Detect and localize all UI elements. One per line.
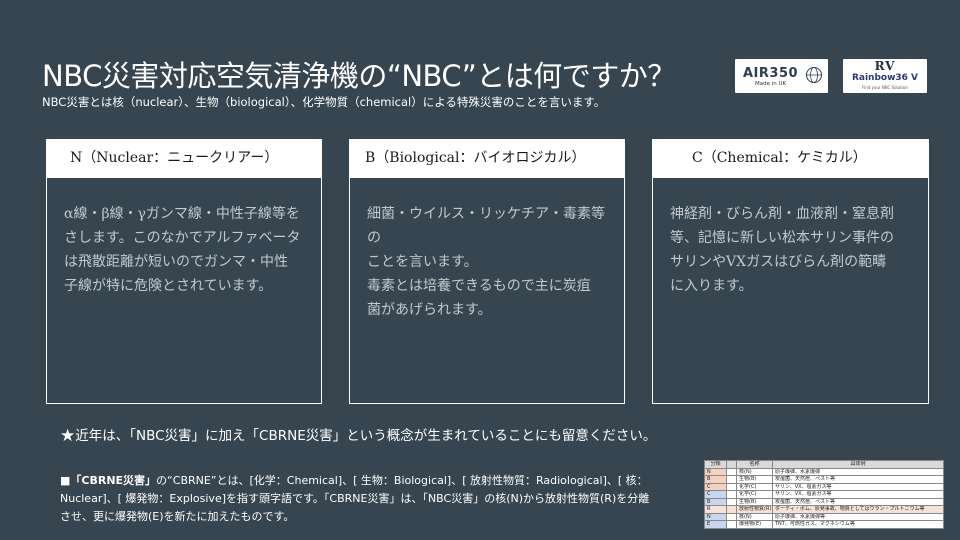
card-line: 菌があげられます。	[367, 302, 492, 318]
card-biological-body: 細菌・ウイルス・リッケチア・毒素等の ことを言います。 毒素とは培養できるもので…	[349, 177, 625, 404]
table-row: N 核(N) 原子爆弾、水素爆弾等	[704, 512, 944, 521]
table-cell: 炭疽菌、天然痘、ペスト等	[772, 497, 944, 506]
table-cell	[726, 520, 737, 529]
table-cell: ダーティ・ボム、原発事故、物質としてはウラン・プルトニウム等	[772, 505, 944, 514]
table-cell: 化学(C)	[736, 482, 773, 491]
cbrne-note-text: 近年は、「NBC災害」に加え「CBRNE災害」という概念が生まれていることにも留…	[75, 428, 657, 444]
table-header-row: 分類 名称 具体例	[704, 460, 944, 469]
card-line: 毒素とは培養できるもので主に炭疽	[367, 278, 591, 294]
table-cell: サリン、VX、塩素ガス等	[772, 482, 944, 491]
table-cell: R	[704, 505, 727, 514]
table-header: 具体例	[772, 460, 944, 469]
table-cell	[726, 490, 737, 499]
table-cell: 炭疽菌、天然痘、ペスト等	[772, 475, 944, 484]
table-cell	[726, 497, 737, 506]
cbrne-note: ★近年は、「NBC災害」に加え「CBRNE災害」という概念が生まれていることにも…	[60, 424, 656, 448]
table-row: N 核(N) 原子爆弾、水素爆弾	[704, 467, 944, 476]
table-cell: B	[704, 497, 727, 506]
table-cell: 核(N)	[736, 467, 773, 476]
rainbow36-logo-brand: Rainbow36 V	[851, 73, 919, 83]
air350-logo-text: AIR350	[743, 66, 799, 81]
table-body: N 核(N) 原子爆弾、水素爆弾 B 生物(B) 炭疽菌、天然痘、ペスト等 C 化学(C) サリ…	[704, 467, 944, 529]
table-row: B 生物(B) 炭疽菌、天然痘、ペスト等	[704, 497, 944, 506]
rainbow36-logo-mark: RV	[874, 59, 896, 73]
table-cell	[726, 467, 737, 476]
card-line: さします。このなかでアルファベータ	[64, 230, 301, 246]
cbrne-paragraph: ■「CBRNE災害」の“CBRNE”とは、[化学：Chemical]、[ 生物：…	[60, 472, 660, 526]
air350-logo-sub: Made in UK	[755, 81, 787, 87]
page-subtitle: NBC災害とは核（nuclear）、生物（biological）、化学物質（ch…	[42, 95, 606, 109]
table-cell	[726, 482, 737, 491]
table-cell: 爆発物(E)	[736, 520, 773, 529]
table-cell: 生物(B)	[736, 475, 773, 484]
table-cell	[726, 512, 737, 521]
rainbow36-logo: RV Rainbow36 V Find your NBC Solution	[843, 59, 927, 93]
card-chemical-body: 神経剤・びらん剤・血液剤・窒息剤 等、記憶に新しい松本サリン事件の サリンやVX…	[652, 177, 929, 404]
table-cell: N	[704, 512, 727, 521]
card-line: 子線が特に危険とされています。	[64, 278, 273, 294]
table-cell: B	[704, 475, 727, 484]
card-nuclear-heading: N（Nuclear：ニュークリアー）	[46, 139, 322, 177]
card-line: 細菌・ウイルス・リッケチア・毒素等の	[367, 206, 605, 246]
table-row: C 化学(C) サリン、VX、塩素ガス等	[704, 482, 944, 491]
table-cell: 原子爆弾、水素爆弾	[772, 467, 944, 476]
table-row: B 生物(B) 炭疽菌、天然痘、ペスト等	[704, 475, 944, 484]
table-cell	[726, 505, 737, 514]
table-row: C 化学(C) サリン、VX、塩素ガス等	[704, 490, 944, 499]
card-line: に入ります。	[670, 278, 753, 294]
table-cell: 放射性物質(R)	[736, 505, 773, 514]
table-row: R 放射性物質(R) ダーティ・ボム、原発事故、物質としてはウラン・プルトニウム等	[704, 505, 944, 514]
card-line: 等、記憶に新しい松本サリン事件の	[670, 230, 894, 246]
air350-logo: AIR350 Made in UK	[735, 59, 828, 93]
table-row: E 爆発物(E) TNT、可燃性ガス、マグネシウム等	[704, 520, 944, 529]
globe-icon	[806, 67, 822, 83]
card-line: は飛散距離が短いのでガンマ・中性	[64, 254, 288, 270]
card-biological-heading: B（Biological：バイオロジカル）	[349, 139, 625, 177]
table-cell: 原子爆弾、水素爆弾等	[772, 512, 944, 521]
star-icon: ★	[60, 426, 76, 446]
card-line: ことを言います。	[367, 254, 478, 270]
cbrne-table: 分類 名称 具体例 N 核(N) 原子爆弾、水素爆弾 B 生物(B) 炭疽菌、天然痘、ペス…	[704, 460, 944, 529]
table-cell: N	[704, 467, 727, 476]
table-cell: TNT、可燃性ガス、マグネシウム等	[772, 520, 944, 529]
card-chemical-heading: C（Chemical：ケミカル）	[652, 139, 929, 177]
table-cell: C	[704, 490, 727, 499]
table-cell: サリン、VX、塩素ガス等	[772, 490, 944, 499]
bullet-icon: ■	[60, 474, 71, 487]
card-nuclear-body: α線・β線・γガンマ線・中性子線等を さします。このなかでアルファベータ は飛散…	[46, 177, 322, 404]
table-cell: C	[704, 482, 727, 491]
rainbow36-logo-tag: Find your NBC Solution	[862, 85, 908, 90]
table-cell: 核(N)	[736, 512, 773, 521]
table-header: 分類	[704, 460, 727, 469]
table-cell: 生物(B)	[736, 497, 773, 506]
card-line: 神経剤・びらん剤・血液剤・窒息剤	[670, 206, 894, 222]
cbrne-paragraph-lead: 「CBRNE災害」	[70, 474, 157, 487]
card-line: α線・β線・γガンマ線・中性子線等を	[64, 206, 300, 222]
card-line: サリンやVXガスはびらん剤の範疇	[670, 254, 887, 270]
page-title: NBC災害対応空気清浄機の“NBC”とは何ですか？	[42, 59, 676, 93]
table-cell	[726, 475, 737, 484]
table-header	[726, 460, 737, 469]
table-header: 名称	[736, 460, 773, 469]
table-cell: E	[704, 520, 727, 529]
table-cell: 化学(C)	[736, 490, 773, 499]
